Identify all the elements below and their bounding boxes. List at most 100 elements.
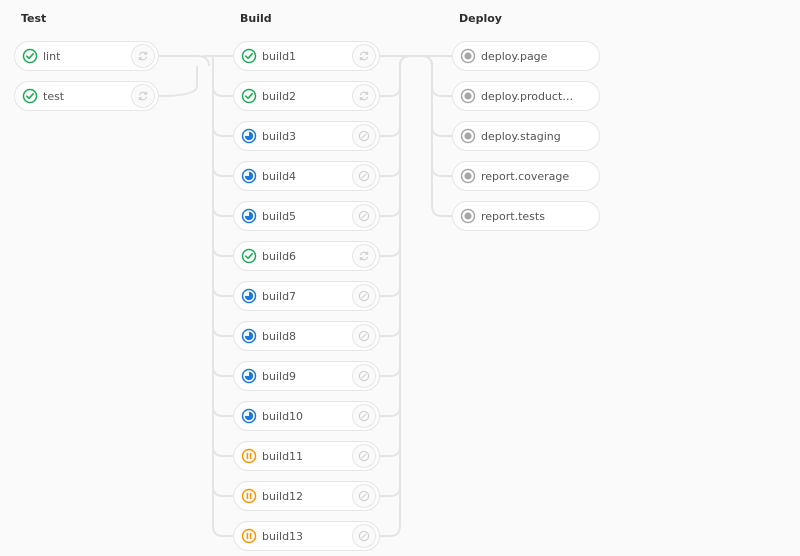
connector-line [421, 55, 452, 97]
job-name: build10 [262, 409, 304, 423]
job-name: build2 [262, 89, 297, 103]
job-test[interactable]: test [14, 81, 159, 111]
job-build8[interactable]: build8 [233, 321, 380, 351]
status-running-icon [241, 128, 257, 144]
job-name: test [43, 89, 65, 103]
cancel-job-button[interactable] [352, 324, 376, 348]
stage-title-test: Test [21, 12, 47, 25]
job-build1[interactable]: build1 [233, 41, 380, 71]
job-build12[interactable]: build12 [233, 481, 380, 511]
cancel-icon [358, 330, 370, 342]
retry-icon [358, 250, 370, 262]
status-success-icon [241, 248, 257, 264]
cancel-icon [358, 170, 370, 182]
job-name: lint [43, 49, 61, 63]
cancel-icon [358, 490, 370, 502]
connector-line [212, 56, 233, 417]
job-name: build12 [262, 489, 304, 503]
retry-job-button[interactable] [131, 44, 155, 68]
job-build7[interactable]: build7 [233, 281, 380, 311]
cancel-job-button[interactable] [352, 204, 376, 228]
job-name: build11 [262, 449, 304, 463]
retry-icon [358, 50, 370, 62]
job-report-tests[interactable]: report.tests [452, 201, 600, 231]
retry-job-button[interactable] [131, 84, 155, 108]
status-created-icon [460, 128, 476, 144]
job-build6[interactable]: build6 [233, 241, 380, 271]
connector-line [380, 55, 411, 497]
job-name: build1 [262, 49, 297, 63]
connector-line [380, 55, 411, 97]
status-created-icon [460, 48, 476, 64]
cancel-icon [358, 530, 370, 542]
job-lint[interactable]: lint [14, 41, 159, 71]
job-deploy-staging[interactable]: deploy.staging [452, 121, 600, 151]
status-running-icon [241, 168, 257, 184]
job-name: report.tests [481, 209, 545, 223]
status-paused-icon [241, 488, 257, 504]
status-paused-icon [241, 448, 257, 464]
status-created-icon [460, 208, 476, 224]
cancel-icon [358, 450, 370, 462]
job-name: deploy.page [481, 49, 548, 63]
connector-line [158, 66, 198, 97]
cancel-job-button[interactable] [352, 364, 376, 388]
cancel-job-button[interactable] [352, 284, 376, 308]
job-name: report.coverage [481, 169, 570, 183]
retry-icon [137, 90, 149, 102]
status-success-icon [22, 48, 38, 64]
status-created-icon [460, 88, 476, 104]
cancel-job-button[interactable] [352, 524, 376, 548]
connector-line [421, 55, 452, 177]
job-build11[interactable]: build11 [233, 441, 380, 471]
status-success-icon [241, 88, 257, 104]
job-name: build4 [262, 169, 297, 183]
job-build9[interactable]: build9 [233, 361, 380, 391]
status-running-icon [241, 328, 257, 344]
retry-icon [358, 90, 370, 102]
job-name: build8 [262, 329, 297, 343]
status-running-icon [241, 368, 257, 384]
stage-title-build: Build [240, 12, 272, 25]
connector-line [380, 55, 411, 257]
cancel-icon [358, 410, 370, 422]
job-name: build9 [262, 369, 297, 383]
job-name: build3 [262, 129, 297, 143]
retry-job-button[interactable] [352, 44, 376, 68]
job-name: build13 [262, 529, 304, 543]
job-build4[interactable]: build4 [233, 161, 380, 191]
job-name: build5 [262, 209, 297, 223]
job-name: build6 [262, 249, 297, 263]
job-name: deploy.product… [481, 89, 574, 103]
connector-line [380, 55, 411, 177]
connector-line [159, 55, 210, 67]
connector-line [212, 56, 233, 177]
cancel-job-button[interactable] [352, 124, 376, 148]
retry-job-button[interactable] [352, 244, 376, 268]
job-build13[interactable]: build13 [233, 521, 380, 551]
retry-job-button[interactable] [352, 84, 376, 108]
status-running-icon [241, 288, 257, 304]
cancel-job-button[interactable] [352, 404, 376, 428]
status-running-icon [241, 408, 257, 424]
stage-title-deploy: Deploy [459, 12, 502, 25]
job-name: build7 [262, 289, 297, 303]
cancel-job-button[interactable] [352, 444, 376, 468]
status-success-icon [22, 88, 38, 104]
connector-line [212, 56, 233, 257]
job-build3[interactable]: build3 [233, 121, 380, 151]
job-build10[interactable]: build10 [233, 401, 380, 431]
cancel-icon [358, 370, 370, 382]
job-build2[interactable]: build2 [233, 81, 380, 111]
job-deploy-product-[interactable]: deploy.product… [452, 81, 600, 111]
cancel-icon [358, 210, 370, 222]
job-name: deploy.staging [481, 129, 561, 143]
job-build5[interactable]: build5 [233, 201, 380, 231]
retry-icon [137, 50, 149, 62]
cancel-icon [358, 290, 370, 302]
job-deploy-page[interactable]: deploy.page [452, 41, 600, 71]
cancel-job-button[interactable] [352, 484, 376, 508]
job-report-coverage[interactable]: report.coverage [452, 161, 600, 191]
status-paused-icon [241, 528, 257, 544]
cancel-job-button[interactable] [352, 164, 376, 188]
